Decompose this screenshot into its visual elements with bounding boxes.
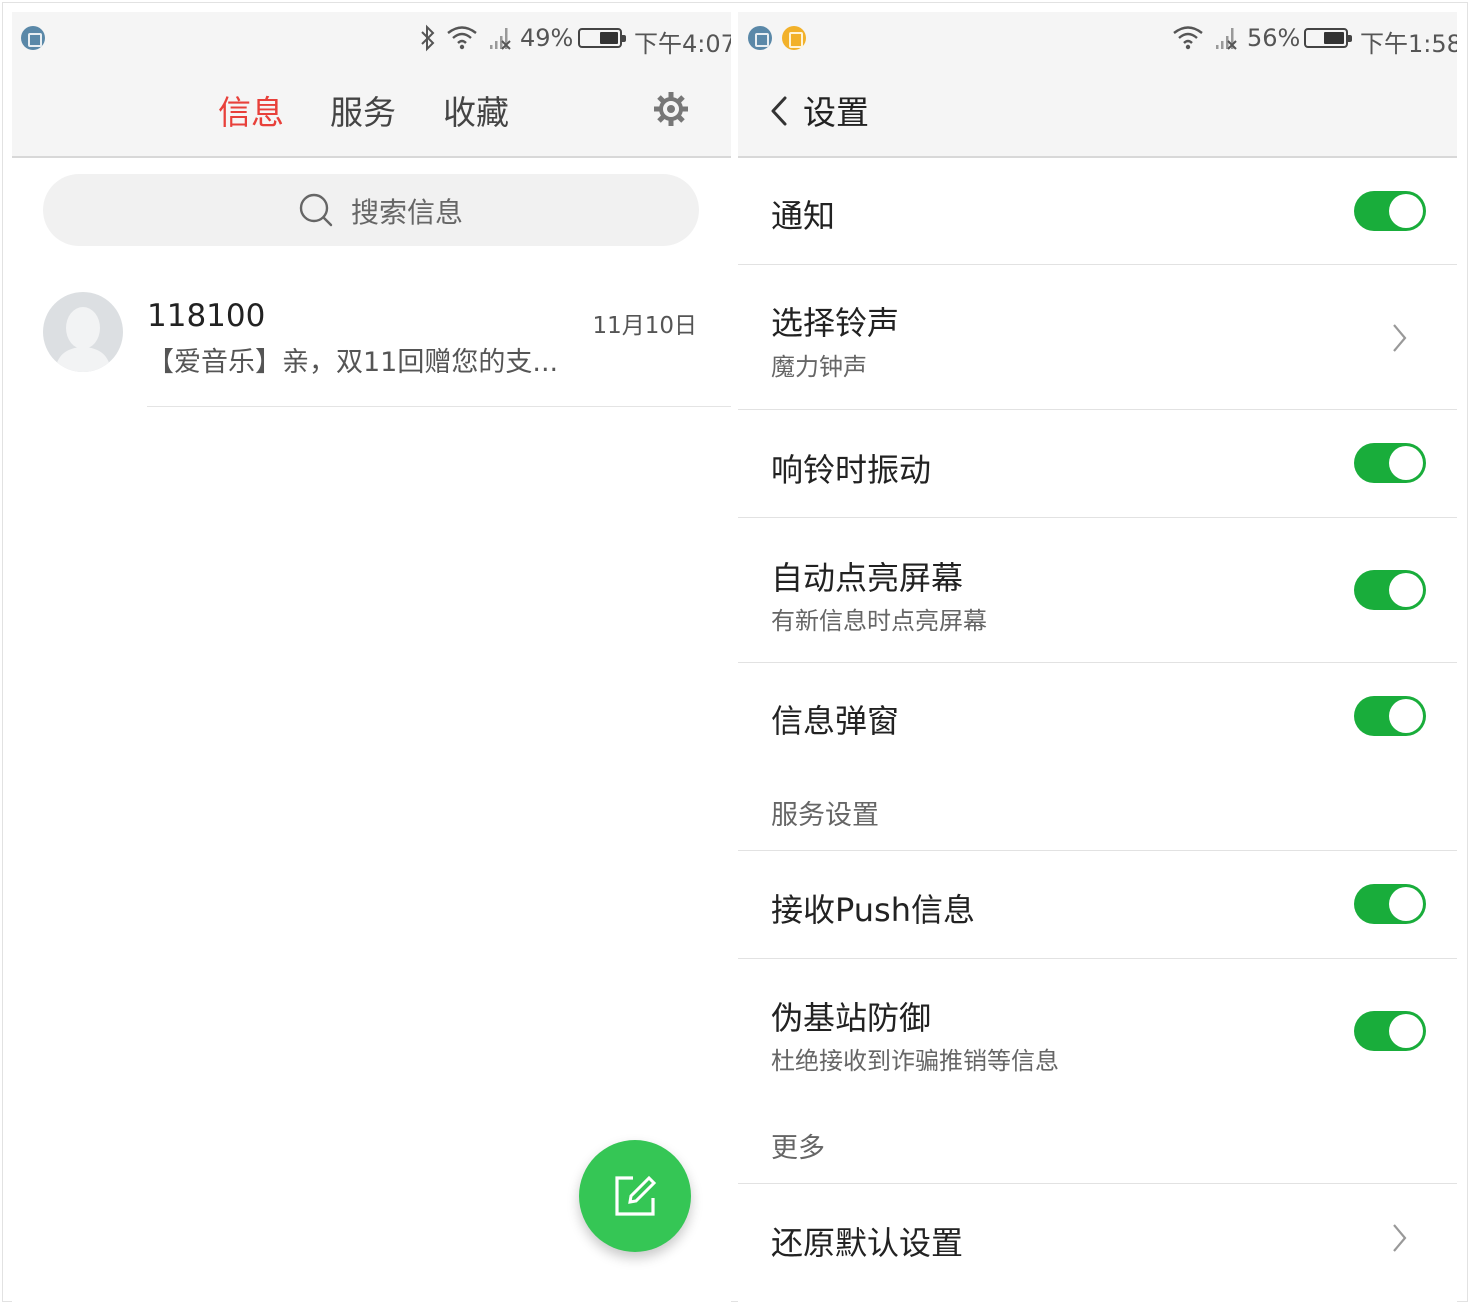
status-bar: 49% 下午4:07 [12, 12, 731, 66]
toggle-knob [1389, 446, 1423, 480]
section-header: 更多 [771, 1133, 825, 1164]
header-bar: 设置 [738, 66, 1457, 158]
clock: 下午4:07 [634, 30, 731, 58]
setting-vibrate[interactable]: 响铃时振动 [738, 410, 1457, 518]
setting-title: 接收Push信息 [771, 891, 975, 929]
tab-messages[interactable]: 信息 [218, 86, 284, 134]
setting-subtitle: 杜绝接收到诈骗推销等信息 [771, 1047, 1059, 1075]
setting-subtitle: 有新信息时点亮屏幕 [771, 607, 987, 635]
setting-title: 还原默认设置 [771, 1224, 964, 1262]
avatar [43, 292, 123, 372]
setting-wake-screen[interactable]: 自动点亮屏幕 有新信息时点亮屏幕 [738, 518, 1457, 663]
tab-favorites[interactable]: 收藏 [443, 86, 509, 134]
battery-icon [578, 28, 626, 48]
setting-popup[interactable]: 信息弹窗 [738, 663, 1457, 771]
setting-title: 自动点亮屏幕 [771, 559, 964, 597]
chevron-right-icon [1393, 324, 1407, 352]
toggle-knob [1389, 573, 1423, 607]
gear-icon[interactable] [652, 90, 690, 128]
default-avatar-icon [55, 307, 111, 372]
search-placeholder: 搜索信息 [351, 196, 464, 229]
fake-station-toggle[interactable] [1354, 1011, 1426, 1051]
conversation-item[interactable]: 118100 11月10日 【爱音乐】亲，双11回赠您的支... [12, 282, 731, 408]
compose-button[interactable] [579, 1140, 691, 1252]
setting-fake-station-defense[interactable]: 伪基站防御 杜绝接收到诈骗推销等信息 [738, 959, 1457, 1104]
toggle-knob [1389, 699, 1423, 733]
setting-notification[interactable]: 通知 [738, 158, 1457, 265]
signal-icon [490, 28, 511, 50]
search-icon [299, 193, 333, 227]
battery-level-fill [1324, 32, 1344, 44]
setting-title: 选择铃声 [771, 304, 900, 342]
clock: 下午1:58 [1360, 30, 1457, 58]
section-more: 更多 [738, 1104, 1457, 1184]
signal-icon [1216, 28, 1237, 50]
back-arrow-icon[interactable] [768, 94, 790, 128]
setting-title: 伪基站防御 [771, 999, 932, 1037]
wake-screen-toggle[interactable] [1354, 570, 1426, 610]
setting-push[interactable]: 接收Push信息 [738, 851, 1457, 959]
conversation-sender: 118100 [147, 298, 266, 334]
status-bar: 56% 下午1:58 [738, 12, 1457, 66]
conversation-date: 11月10日 [592, 313, 697, 339]
toggle-knob [1389, 1014, 1423, 1048]
settings-screen: 56% 下午1:58 设置 通知 选择铃声 魔力钟声 响铃时振动 自动点亮屏幕 … [738, 12, 1457, 1302]
wifi-icon [447, 26, 477, 50]
search-bar[interactable]: 搜索信息 [43, 174, 699, 246]
app-notification-icon [782, 26, 806, 50]
messages-screen: 49% 下午4:07 信息 服务 收藏 搜索信息 118100 11月10日 【… [12, 12, 731, 1302]
divider [147, 406, 731, 407]
battery-icon [1304, 28, 1352, 48]
battery-percentage: 56% [1247, 24, 1301, 52]
notification-toggle[interactable] [1354, 191, 1426, 231]
toggle-knob [1389, 194, 1423, 228]
popup-toggle[interactable] [1354, 696, 1426, 736]
screenshot-notification-icon [748, 26, 772, 50]
wifi-icon [1173, 26, 1203, 50]
setting-title: 通知 [771, 197, 836, 235]
toggle-knob [1389, 887, 1423, 921]
tab-bar: 信息 服务 收藏 [12, 66, 731, 158]
battery-level-fill [600, 32, 618, 44]
bluetooth-icon [421, 24, 435, 52]
vibrate-toggle[interactable] [1354, 443, 1426, 483]
conversation-preview: 【爱音乐】亲，双11回赠您的支... [147, 347, 559, 378]
section-service-settings: 服务设置 [738, 771, 1457, 851]
setting-title: 响铃时振动 [771, 451, 932, 489]
chevron-right-icon [1393, 1224, 1407, 1252]
setting-title: 信息弹窗 [771, 702, 900, 740]
push-toggle[interactable] [1354, 884, 1426, 924]
tab-services[interactable]: 服务 [330, 86, 396, 134]
compose-icon [615, 1175, 657, 1216]
setting-ringtone[interactable]: 选择铃声 魔力钟声 [738, 265, 1457, 410]
section-header: 服务设置 [771, 800, 879, 831]
setting-restore-defaults[interactable]: 还原默认设置 [738, 1184, 1457, 1294]
screenshot-notification-icon [21, 26, 45, 50]
setting-subtitle: 魔力钟声 [771, 353, 867, 381]
page-title: 设置 [803, 93, 869, 132]
battery-percentage: 49% [520, 24, 574, 52]
